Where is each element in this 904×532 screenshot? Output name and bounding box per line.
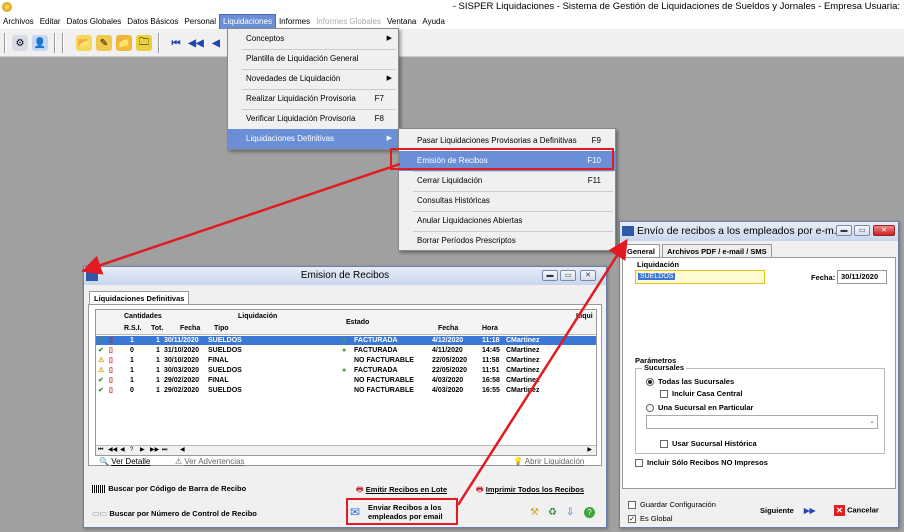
annotation-arrows (81, 162, 628, 506)
arrow-to-emision (81, 162, 401, 275)
arrow-to-envio (456, 238, 628, 506)
